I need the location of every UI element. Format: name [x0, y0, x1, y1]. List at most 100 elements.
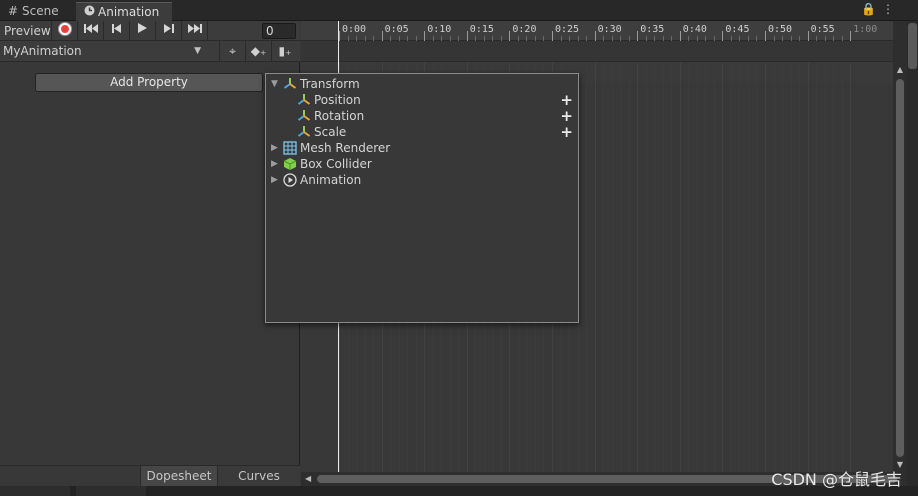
- popup-item-mesh-renderer[interactable]: ▶ Mesh Renderer: [266, 140, 578, 156]
- tab-dopesheet[interactable]: Dopesheet: [140, 466, 218, 487]
- clip-selector[interactable]: MyAnimation ▼: [0, 41, 220, 62]
- skip-start-icon: [83, 24, 98, 33]
- popup-item-animation[interactable]: ▶ Animation: [266, 172, 578, 188]
- ruler-tick-mark: [509, 31, 511, 41]
- vertical-scroll-thumb[interactable]: [896, 79, 904, 457]
- watermark: CSDN @仓鼠毛吉: [771, 470, 902, 489]
- preview-button[interactable]: Preview: [0, 21, 52, 41]
- add-scale-icon[interactable]: +: [560, 124, 573, 140]
- collapse-arrow-icon[interactable]: ▶: [271, 156, 278, 172]
- add-key-icon: ◆₊: [250, 44, 267, 58]
- time-ruler[interactable]: 0:00 0:05 0:10 0:15 0:20 0:25 0:30 0:35 0:40 0:45…: [301, 21, 893, 41]
- ruler-tick-mark: [637, 31, 639, 41]
- popup-item-scale[interactable]: Scale +: [266, 124, 578, 140]
- ruler-tick-label: 0:10: [427, 24, 452, 35]
- event-row[interactable]: [301, 41, 893, 62]
- vertical-scrollbar[interactable]: ▲ ▼: [893, 21, 907, 472]
- ruler-tick-mark: [850, 31, 852, 41]
- add-event-button[interactable]: ▮₊: [272, 41, 298, 62]
- popup-item-box-collider[interactable]: ▶ Box Collider: [266, 156, 578, 172]
- expand-arrow-icon[interactable]: ▼: [271, 76, 278, 92]
- grid-icon: #: [7, 4, 19, 18]
- popup-item-position[interactable]: Position +: [266, 92, 578, 108]
- tab-scene[interactable]: # Scene: [0, 2, 76, 21]
- add-position-icon[interactable]: +: [560, 92, 573, 108]
- grid-line-minor: [620, 62, 622, 472]
- grid-line: [637, 62, 639, 472]
- grid-line-minor: [782, 62, 784, 472]
- play-button[interactable]: [130, 21, 156, 41]
- grid-line-minor: [688, 62, 690, 472]
- grid-line-minor: [730, 62, 732, 472]
- first-keyframe-button[interactable]: [78, 21, 104, 41]
- add-property-popup: ▼ Transform Position + Rotation + Scale …: [265, 73, 579, 323]
- previous-keyframe-button[interactable]: [104, 21, 130, 41]
- frame-input[interactable]: 0: [262, 23, 296, 39]
- grid-line-minor: [816, 62, 818, 472]
- step-forward-icon: [163, 24, 174, 33]
- grid-line-minor: [662, 62, 664, 472]
- transform-icon: [297, 126, 311, 137]
- add-rotation-icon[interactable]: +: [560, 108, 573, 124]
- grid-line-minor: [586, 62, 588, 472]
- lock-icon[interactable]: 🔒: [861, 2, 882, 16]
- box-collider-icon: [283, 158, 297, 170]
- animation-left-panel: Preview 0 MyAnimation ▼ ⌖ ◆₊ ▮₊ Add Prop…: [0, 21, 300, 496]
- clip-name: MyAnimation: [3, 44, 82, 58]
- tab-scene-label: Scene: [22, 4, 59, 18]
- popup-item-transform[interactable]: ▼ Transform: [266, 76, 578, 92]
- grid-line-minor: [628, 62, 630, 472]
- popup-item-rotation[interactable]: Rotation +: [266, 108, 578, 124]
- grid-line-minor: [739, 62, 741, 472]
- add-keyframe-button[interactable]: ◆₊: [246, 41, 272, 62]
- ruler-tick-mark: [594, 31, 596, 41]
- grid-line: [594, 62, 596, 472]
- collapse-arrow-icon[interactable]: ▶: [271, 140, 278, 156]
- grid-line: [850, 62, 852, 472]
- grid-line-minor: [705, 62, 707, 472]
- animation-label: Animation: [300, 173, 362, 187]
- ruler-tick-mark: [765, 31, 766, 41]
- grid-line-minor: [611, 62, 613, 472]
- mesh-renderer-icon: [283, 141, 297, 155]
- ruler-tick-label: 1:00: [853, 24, 878, 35]
- grid-line-minor: [799, 62, 801, 472]
- outer-scroll-thumb[interactable]: [908, 23, 917, 69]
- filter-by-selection-button[interactable]: ⌖: [220, 41, 246, 62]
- grid-line: [722, 62, 724, 472]
- grid-line-minor: [713, 62, 715, 472]
- grid-line-minor: [756, 62, 758, 472]
- next-keyframe-button[interactable]: [156, 21, 182, 41]
- add-property-button[interactable]: Add Property: [35, 73, 263, 92]
- collapse-arrow-icon[interactable]: ▶: [271, 172, 278, 188]
- grid-line-minor: [790, 62, 792, 472]
- last-keyframe-button[interactable]: [182, 21, 208, 41]
- clip-toolbar: MyAnimation ▼ ⌖ ◆₊ ▮₊: [0, 41, 300, 62]
- rotation-label: Rotation: [314, 109, 365, 123]
- ruler-tick-label: 0:25: [555, 24, 580, 35]
- footer-tab-2[interactable]: [76, 486, 146, 496]
- transform-icon: [297, 94, 311, 105]
- ruler-tick-mark: [807, 31, 809, 41]
- grid-line-minor: [833, 62, 835, 472]
- ruler-tick-mark: [466, 31, 468, 41]
- skip-end-icon: [187, 24, 202, 33]
- more-options-icon[interactable]: ⋮: [882, 2, 900, 16]
- record-button[interactable]: [52, 21, 78, 41]
- playback-toolbar: Preview 0: [0, 21, 300, 41]
- tab-animation[interactable]: Animation: [76, 2, 172, 21]
- ruler-tick-mark: [424, 31, 426, 41]
- footer-tab-1[interactable]: [0, 486, 70, 496]
- outer-scrollbar[interactable]: [907, 21, 918, 496]
- tab-actions: 🔒⋮: [861, 2, 900, 16]
- scroll-up-icon[interactable]: ▲: [893, 63, 907, 77]
- tab-curves[interactable]: Curves: [218, 466, 300, 487]
- ruler-tick-mark: [679, 31, 681, 41]
- grid-line-minor: [645, 62, 647, 472]
- clock-icon: [82, 3, 96, 22]
- ruler-tick-label: 0:15: [469, 24, 494, 35]
- add-event-icon: ▮₊: [278, 44, 292, 58]
- animation-component-icon: [283, 173, 297, 187]
- window-tab-bar: # Scene Animation 🔒⋮: [0, 0, 918, 21]
- scroll-left-icon[interactable]: ◀: [305, 472, 311, 486]
